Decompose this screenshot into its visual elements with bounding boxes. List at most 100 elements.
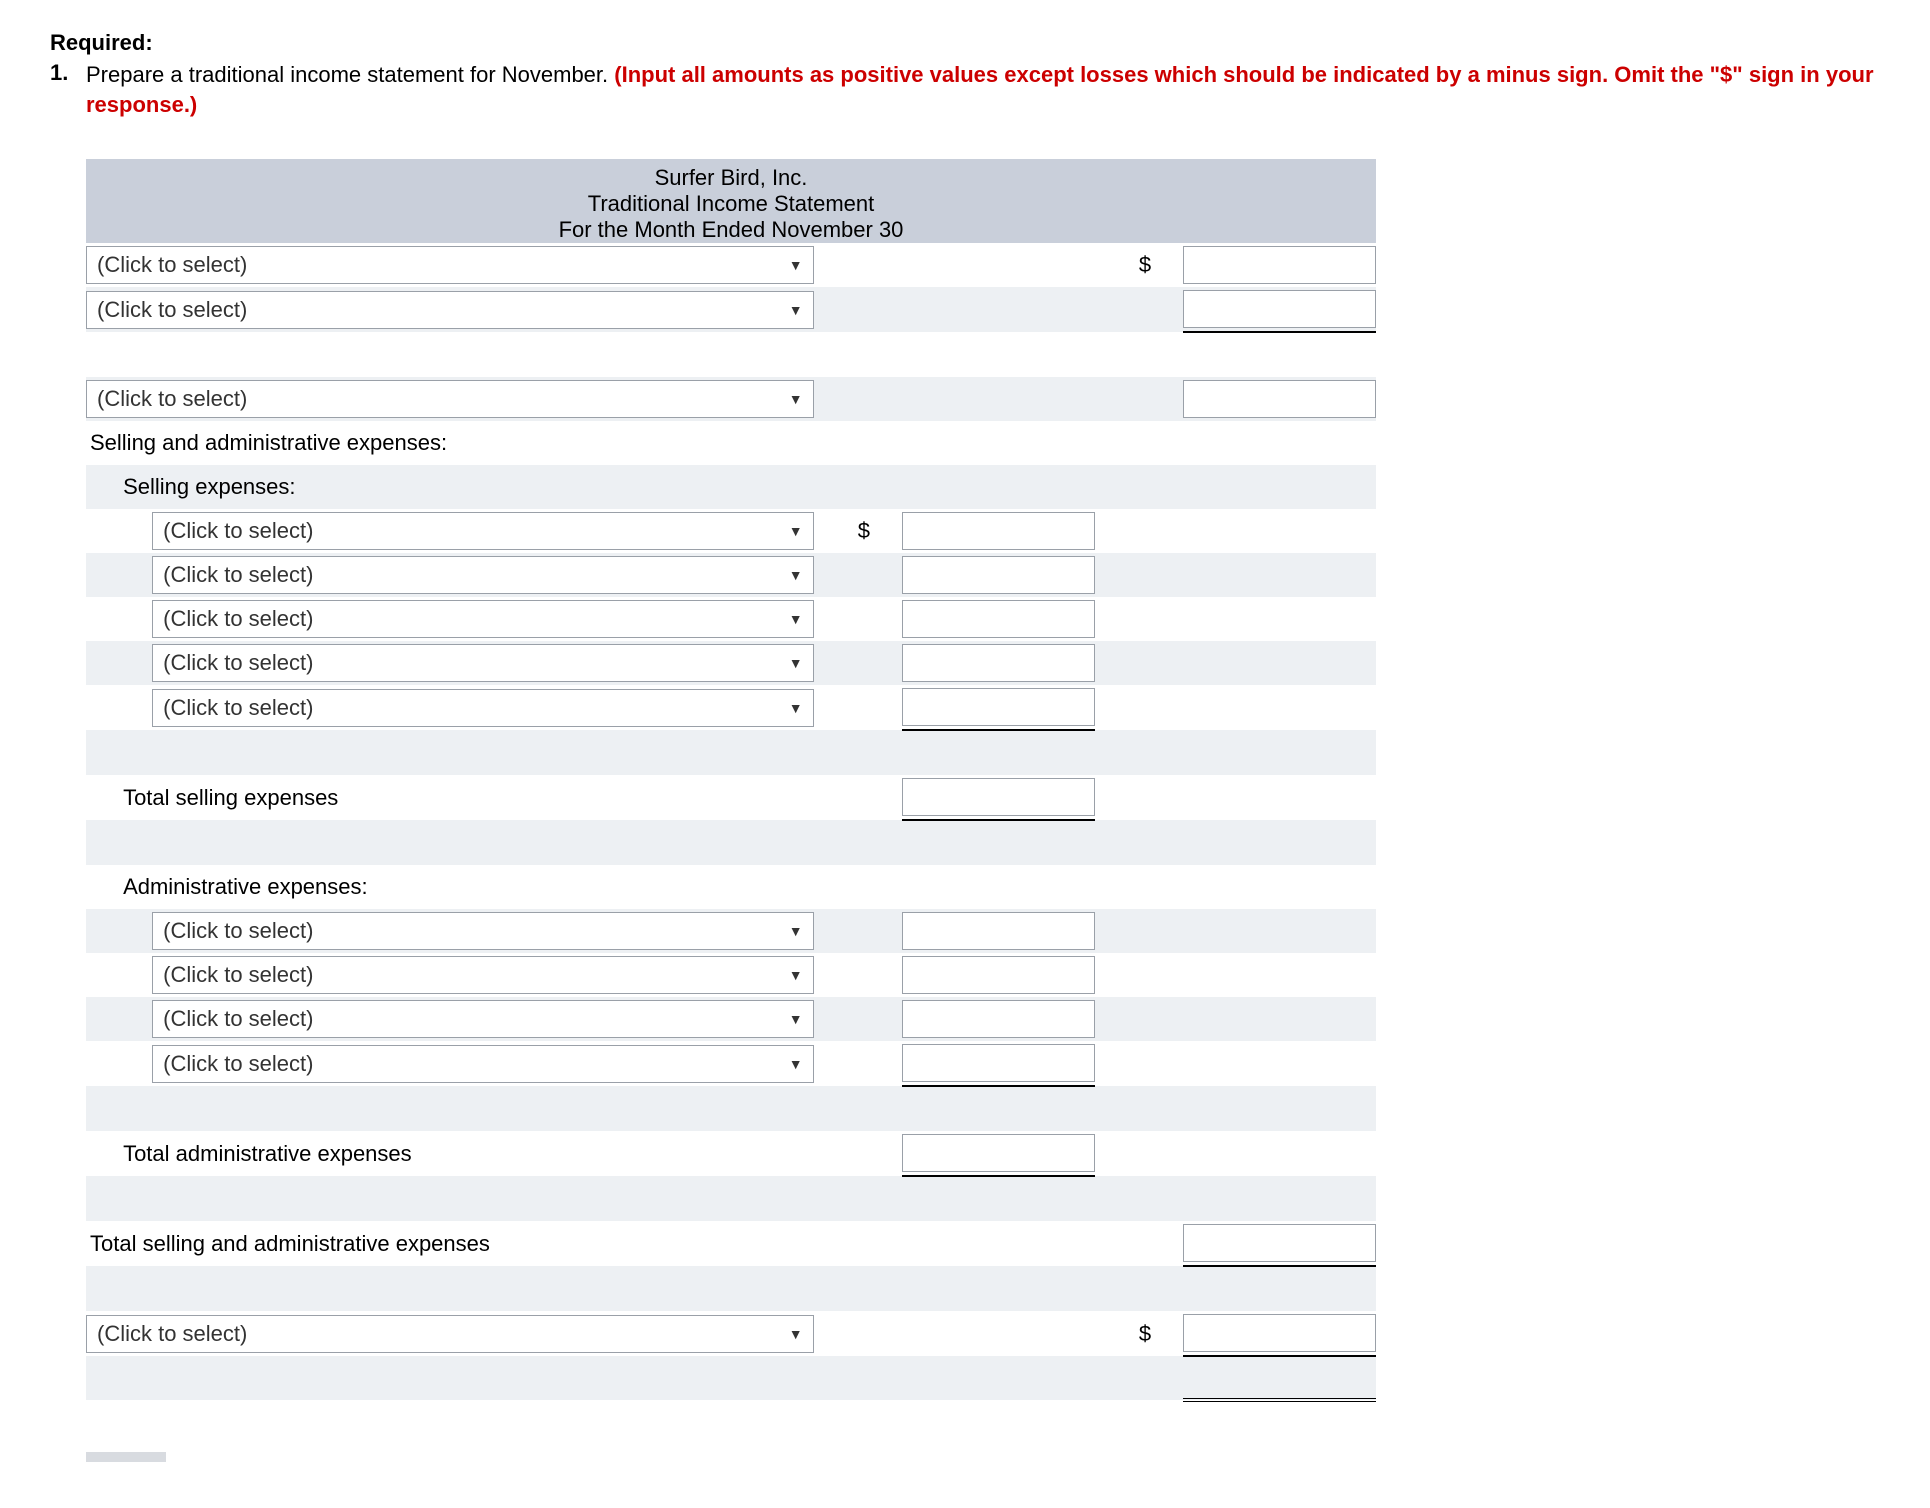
select-placeholder: (Click to select): [97, 252, 247, 278]
required-heading: Required:: [50, 30, 1880, 56]
table-row: (Click to select) ▼: [86, 641, 1376, 685]
chevron-down-icon: ▼: [789, 655, 803, 671]
table-row: [86, 1086, 1376, 1131]
line-item-select[interactable]: (Click to select) ▼: [152, 644, 814, 682]
chevron-down-icon: ▼: [789, 700, 803, 716]
table-row: [86, 1176, 1376, 1221]
amount-input[interactable]: [902, 644, 1095, 682]
select-placeholder: (Click to select): [163, 1051, 313, 1077]
amount-input[interactable]: [902, 1044, 1095, 1082]
line-item-select[interactable]: (Click to select) ▼: [152, 1045, 814, 1083]
select-placeholder: (Click to select): [163, 518, 313, 544]
amount-input[interactable]: [902, 600, 1095, 638]
total-selling-expenses-label: Total selling expenses: [119, 775, 814, 820]
select-placeholder: (Click to select): [163, 650, 313, 676]
line-item-select[interactable]: (Click to select) ▼: [152, 556, 814, 594]
table-row: (Click to select) ▼: [86, 287, 1376, 332]
amount-input[interactable]: [1183, 290, 1376, 328]
select-placeholder: (Click to select): [163, 562, 313, 588]
table-row: Total selling and administrative expense…: [86, 1221, 1376, 1266]
line-item-select[interactable]: (Click to select) ▼: [152, 912, 814, 950]
question-text-plain: Prepare a traditional income statement f…: [86, 62, 614, 87]
table-row: [86, 1266, 1376, 1311]
total-selling-admin-expenses-label: Total selling and administrative expense…: [86, 1221, 814, 1266]
table-row: (Click to select) ▼: [86, 685, 1376, 730]
income-statement-worksheet: Surfer Bird, Inc. Traditional Income Sta…: [86, 159, 1376, 1402]
chevron-down-icon: ▼: [789, 391, 803, 407]
table-row: (Click to select) ▼: [86, 953, 1376, 997]
select-placeholder: (Click to select): [97, 297, 247, 323]
chevron-down-icon: ▼: [789, 1056, 803, 1072]
chevron-down-icon: ▼: [789, 967, 803, 983]
statement-period: For the Month Ended November 30: [86, 217, 1376, 243]
dollar-symbol: $: [1139, 243, 1183, 287]
line-item-select[interactable]: (Click to select) ▼: [152, 512, 814, 550]
dollar-symbol: $: [858, 509, 902, 553]
statement-company: Surfer Bird, Inc.: [86, 165, 1376, 191]
chevron-down-icon: ▼: [789, 257, 803, 273]
amount-input[interactable]: [902, 688, 1095, 726]
amount-input[interactable]: [1183, 1224, 1376, 1262]
line-item-select[interactable]: (Click to select) ▼: [152, 1000, 814, 1038]
statement-header-row: Surfer Bird, Inc. Traditional Income Sta…: [86, 159, 1376, 243]
dollar-symbol: $: [1139, 1311, 1183, 1356]
table-row: Total selling expenses: [86, 775, 1376, 820]
total-admin-expenses-label: Total administrative expenses: [119, 1131, 814, 1176]
select-placeholder: (Click to select): [97, 1321, 247, 1347]
table-row: (Click to select) ▼: [86, 377, 1376, 421]
amount-input[interactable]: [902, 512, 1095, 550]
amount-input[interactable]: [1183, 380, 1376, 418]
table-row: (Click to select) ▼ $: [86, 243, 1376, 287]
selling-expenses-label: Selling expenses:: [119, 465, 1376, 509]
line-item-select[interactable]: (Click to select) ▼: [86, 291, 814, 329]
chevron-down-icon: ▼: [789, 567, 803, 583]
selling-admin-expenses-label: Selling and administrative expenses:: [86, 421, 1376, 465]
table-row: (Click to select) ▼ $: [86, 1311, 1376, 1356]
table-row: Selling expenses:: [86, 465, 1376, 509]
select-placeholder: (Click to select): [163, 1006, 313, 1032]
amount-input[interactable]: [902, 912, 1095, 950]
table-row: [86, 1356, 1376, 1400]
table-row: (Click to select) ▼: [86, 997, 1376, 1041]
line-item-select[interactable]: (Click to select) ▼: [86, 1315, 814, 1353]
table-row: Total administrative expenses: [86, 1131, 1376, 1176]
line-item-select[interactable]: (Click to select) ▼: [86, 380, 814, 418]
line-item-select[interactable]: (Click to select) ▼: [152, 956, 814, 994]
line-item-select[interactable]: (Click to select) ▼: [152, 689, 814, 727]
amount-input[interactable]: [902, 556, 1095, 594]
table-row: (Click to select) ▼: [86, 553, 1376, 597]
chevron-down-icon: ▼: [789, 302, 803, 318]
amount-input[interactable]: [1183, 246, 1376, 284]
select-placeholder: (Click to select): [163, 918, 313, 944]
table-row: (Click to select) ▼: [86, 597, 1376, 641]
chevron-down-icon: ▼: [789, 1326, 803, 1342]
question-row: 1. Prepare a traditional income statemen…: [50, 60, 1880, 119]
footer-bar: [86, 1452, 166, 1462]
chevron-down-icon: ▼: [789, 611, 803, 627]
question-number: 1.: [50, 60, 86, 119]
amount-input[interactable]: [902, 778, 1095, 816]
amount-input[interactable]: [902, 1000, 1095, 1038]
table-row: (Click to select) ▼ $: [86, 509, 1376, 553]
chevron-down-icon: ▼: [789, 1011, 803, 1027]
select-placeholder: (Click to select): [163, 606, 313, 632]
table-row: [86, 730, 1376, 775]
admin-expenses-label: Administrative expenses:: [119, 865, 1376, 909]
table-row: Selling and administrative expenses:: [86, 421, 1376, 465]
select-placeholder: (Click to select): [163, 695, 313, 721]
question-text: Prepare a traditional income statement f…: [86, 60, 1880, 119]
amount-input[interactable]: [902, 956, 1095, 994]
table-row: [86, 820, 1376, 865]
chevron-down-icon: ▼: [789, 923, 803, 939]
select-placeholder: (Click to select): [97, 386, 247, 412]
line-item-select[interactable]: (Click to select) ▼: [152, 600, 814, 638]
statement-title: Traditional Income Statement: [86, 191, 1376, 217]
table-row: (Click to select) ▼: [86, 1041, 1376, 1086]
table-row: (Click to select) ▼: [86, 909, 1376, 953]
table-row: [86, 332, 1376, 377]
amount-input[interactable]: [1183, 1314, 1376, 1352]
line-item-select[interactable]: (Click to select) ▼: [86, 246, 814, 284]
chevron-down-icon: ▼: [789, 523, 803, 539]
select-placeholder: (Click to select): [163, 962, 313, 988]
amount-input[interactable]: [902, 1134, 1095, 1172]
